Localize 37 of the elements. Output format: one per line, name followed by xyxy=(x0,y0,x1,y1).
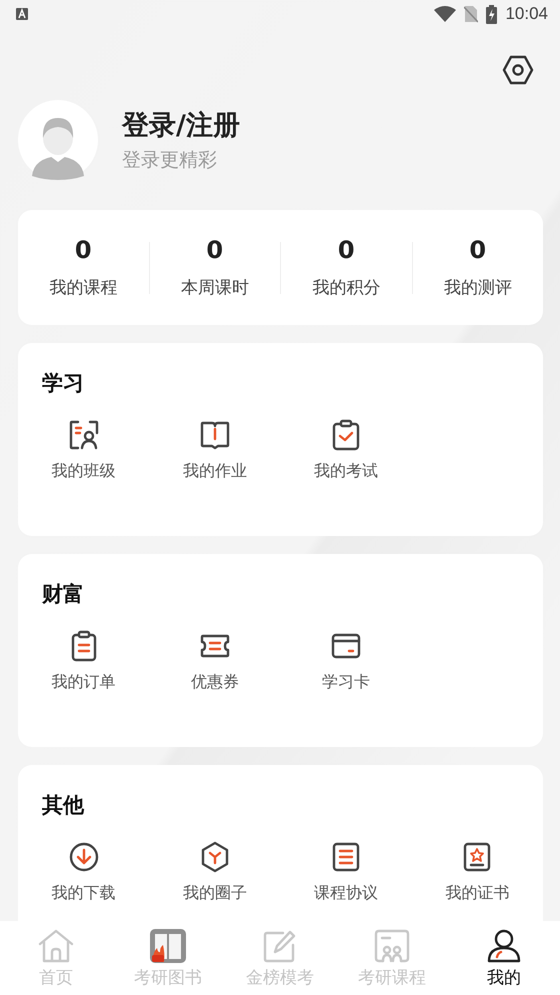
profile-subtitle: 登录更精彩 xyxy=(122,148,218,173)
book-icon[interactable] xyxy=(198,419,231,451)
class-roster-icon[interactable] xyxy=(68,419,100,451)
home-icon xyxy=(37,928,75,964)
section-title: 学习 xyxy=(42,370,85,397)
clock-time: 10:04 xyxy=(505,4,548,24)
wifi-icon xyxy=(434,6,456,22)
section-title: 其他 xyxy=(42,792,86,819)
menu-item-label[interactable]: 我的下载 xyxy=(52,883,116,904)
download-icon[interactable] xyxy=(68,841,100,873)
menu-item-label[interactable]: 我的考试 xyxy=(314,461,378,482)
menu-item-label[interactable]: 学习卡 xyxy=(322,672,370,693)
menu-item-label[interactable]: 优惠券 xyxy=(190,672,239,693)
course-icon xyxy=(373,928,411,964)
menu-item-label[interactable]: 我的班级 xyxy=(52,461,116,482)
no-sim-icon xyxy=(464,5,478,23)
menu-item-label[interactable]: 我的圈子 xyxy=(182,883,247,904)
stat-label: 我的测评 xyxy=(444,277,512,299)
battery-charging-icon xyxy=(486,4,498,24)
book-icon xyxy=(149,928,187,964)
menu-item-label[interactable]: 我的订单 xyxy=(52,672,116,693)
menu-item-label[interactable]: 我的证书 xyxy=(445,883,510,904)
keyboard-icon xyxy=(16,8,28,20)
person-icon xyxy=(485,928,523,964)
stat-value: 0 xyxy=(74,236,92,264)
stat-label: 我的课程 xyxy=(49,277,118,299)
stat-value: 0 xyxy=(469,236,486,264)
tab-item[interactable]: 我的 xyxy=(448,928,560,988)
stat-value: 0 xyxy=(206,236,224,264)
login-register-link[interactable]: 登录/注册 xyxy=(122,107,240,143)
section-title: 财富 xyxy=(42,581,85,608)
menu-item-label[interactable]: 我的作业 xyxy=(182,461,247,482)
menu-item-label[interactable]: 课程协议 xyxy=(314,883,378,904)
stat-value: 0 xyxy=(338,236,355,264)
stat-label: 我的积分 xyxy=(312,277,380,299)
settings-icon[interactable] xyxy=(502,55,534,85)
stat-label: 本周课时 xyxy=(180,277,249,299)
